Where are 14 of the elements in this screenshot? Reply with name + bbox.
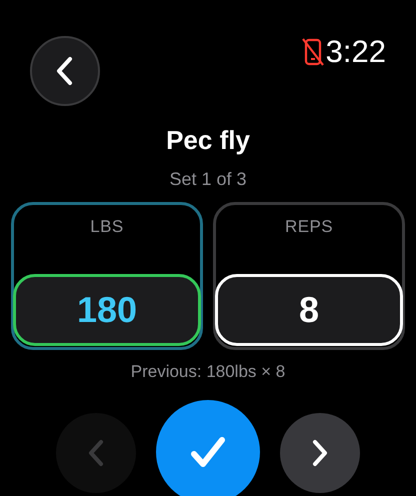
- exercise-title: Pec fly: [166, 124, 250, 156]
- value-card[interactable]: REPS 8: [213, 202, 405, 350]
- value-field[interactable]: 8: [215, 274, 403, 346]
- set-counter: Set 1 of 3: [169, 168, 247, 190]
- field-label: LBS: [90, 216, 124, 238]
- chevron-left-icon: [55, 56, 75, 86]
- value-field[interactable]: 180: [13, 274, 201, 346]
- chevron-left-icon: [86, 439, 106, 467]
- clock-time: 3:22: [326, 36, 386, 67]
- value-card[interactable]: LBS 180: [11, 202, 203, 350]
- chevron-right-icon: [310, 439, 330, 467]
- checkmark-icon: [190, 436, 226, 468]
- previous-result: Previous: 180lbs × 8: [130, 361, 286, 383]
- field-label: REPS: [285, 216, 333, 238]
